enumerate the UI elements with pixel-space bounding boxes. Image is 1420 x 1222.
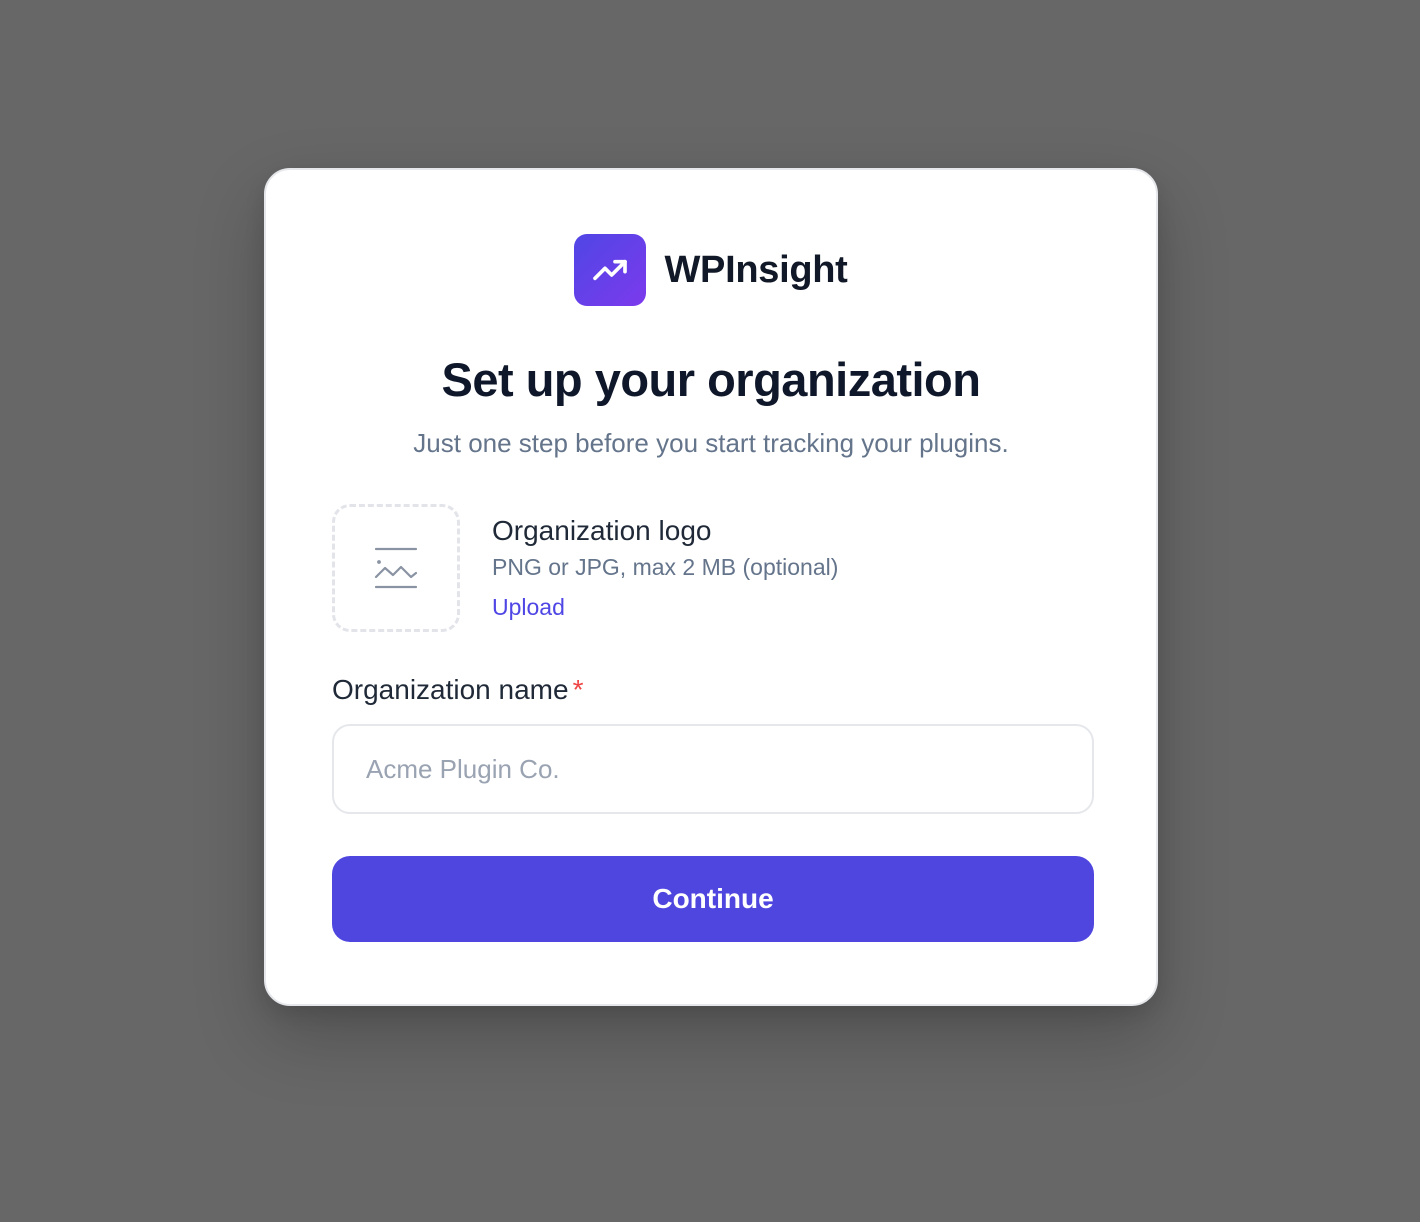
- logo-upload-info: Organization logo PNG or JPG, max 2 MB (…: [492, 514, 838, 622]
- org-name-input[interactable]: [332, 724, 1094, 814]
- page-subtitle: Just one step before you start tracking …: [413, 428, 1009, 458]
- brand-logo: [574, 234, 647, 306]
- logo-dropzone[interactable]: [332, 504, 460, 632]
- continue-button[interactable]: Continue: [332, 856, 1094, 942]
- trending-up-icon: [593, 259, 628, 281]
- org-name-label-text: Organization name: [332, 674, 569, 705]
- upload-link[interactable]: Upload: [492, 592, 565, 622]
- logo-title: Organization logo: [492, 515, 712, 546]
- page-title: Set up your organization: [441, 353, 981, 406]
- brand-header: WPInsight: [266, 234, 1156, 306]
- image-placeholder-icon: [374, 547, 418, 589]
- org-name-label: Organization name *: [332, 674, 583, 706]
- brand-name: WPInsight: [664, 248, 848, 291]
- logo-hint: PNG or JPG, max 2 MB (optional): [492, 554, 839, 580]
- setup-organization-dialog: WPInsight Set up your organization Just …: [264, 168, 1158, 1006]
- required-marker: *: [572, 674, 584, 705]
